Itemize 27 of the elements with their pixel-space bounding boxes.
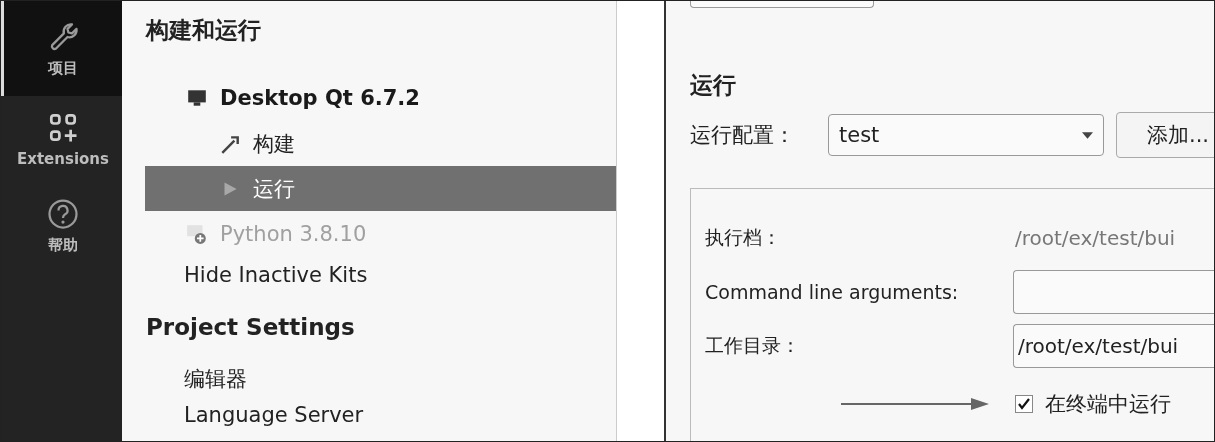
tree-item[interactable]: 运行 xyxy=(145,166,616,211)
monitor-add-icon xyxy=(186,223,208,245)
combo-box[interactable] xyxy=(690,1,874,8)
field-label: 执行档： xyxy=(705,225,782,250)
field-label: 工作目录： xyxy=(705,333,801,358)
executable-path: /root/ex/test/bui xyxy=(1015,226,1176,250)
settings-item[interactable]: 编辑器 xyxy=(184,361,616,397)
kit-item[interactable]: Desktop Qt 6.7.2 xyxy=(186,75,616,121)
section-title: Project Settings xyxy=(146,313,356,342)
splitter[interactable] xyxy=(616,1,666,441)
activity-item[interactable]: 帮助 xyxy=(1,182,122,268)
activity-item[interactable]: 项目 xyxy=(1,1,122,96)
settings-item[interactable]: Language Server xyxy=(184,397,616,433)
activity-item[interactable]: Extensions xyxy=(1,96,122,182)
field-label: Command line arguments: xyxy=(705,281,960,303)
tree-item[interactable]: 构建 xyxy=(145,121,616,166)
input-field[interactable]: /root/ex/test/bui xyxy=(1013,324,1214,368)
caret-icon xyxy=(1082,131,1093,139)
run-config-dropdown[interactable]: test xyxy=(828,114,1104,156)
checkbox[interactable] xyxy=(1015,395,1033,413)
add-button[interactable]: 添加... xyxy=(1116,112,1214,158)
monitor-icon xyxy=(186,87,208,109)
field-label: 运行配置： xyxy=(690,122,796,149)
section-title: 运行 xyxy=(690,71,737,100)
checkbox-label[interactable]: 在终端中运行 xyxy=(1045,390,1171,418)
section-title: 构建和运行 xyxy=(146,16,262,45)
input-field[interactable] xyxy=(1013,270,1214,314)
